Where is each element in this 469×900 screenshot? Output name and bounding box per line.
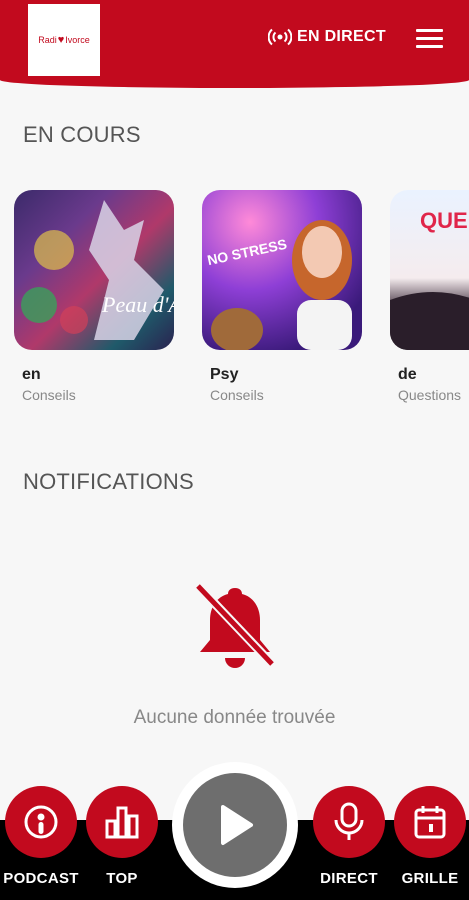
nav-direct-label: DIRECT bbox=[320, 870, 378, 887]
podcast-card[interactable]: NO STRESS Psy Conseils bbox=[202, 190, 362, 403]
podcast-card[interactable]: QUE T de Questions bbox=[390, 190, 469, 403]
nav-top-label: TOP bbox=[106, 870, 138, 887]
microphone-icon bbox=[334, 802, 364, 840]
podcast-icon bbox=[24, 805, 58, 839]
card-category: Conseils bbox=[210, 387, 264, 403]
broadcast-icon bbox=[268, 28, 292, 46]
nav-podcast[interactable]: PODCAST bbox=[3, 786, 78, 887]
thumb-text: NO STRESS bbox=[206, 236, 288, 268]
radio-logo[interactable]: Radi ♥ Ivorce bbox=[28, 4, 100, 76]
nav-grille[interactable]: GRILLE bbox=[393, 786, 467, 887]
live-button[interactable]: EN DIRECT bbox=[268, 28, 386, 46]
live-label: EN DIRECT bbox=[297, 28, 386, 45]
podcast-thumbnail: QUE T bbox=[390, 190, 469, 350]
podcast-thumbnail: Peau d'Ane bbox=[14, 190, 174, 350]
calendar-icon bbox=[414, 806, 446, 839]
empty-state-text: Aucune donnée trouvée bbox=[133, 707, 336, 728]
card-category: Questions bbox=[398, 387, 462, 403]
play-icon bbox=[221, 805, 253, 845]
podcast-thumbnail: NO STRESS bbox=[202, 190, 362, 350]
current-carousel[interactable]: Peau d'Ane en Conseils NO STRESS Psy Con… bbox=[0, 190, 469, 410]
thumb-text: QUE T bbox=[420, 208, 469, 233]
nav-top[interactable]: TOP bbox=[85, 786, 159, 887]
logo-text-left: Radi bbox=[38, 35, 57, 45]
bell-off-icon bbox=[194, 582, 278, 672]
notifications-title: NOTIFICATIONS bbox=[23, 469, 194, 494]
logo-text-right: Ivorce bbox=[65, 35, 90, 45]
heart-icon: ♥ bbox=[57, 34, 65, 46]
podcast-card[interactable]: Peau d'Ane en Conseils bbox=[14, 190, 174, 403]
app-header: Radi ♥ Ivorce EN DIRECT bbox=[0, 0, 469, 88]
play-button[interactable] bbox=[172, 762, 298, 888]
thumb-text: Peau d'Ane bbox=[101, 292, 174, 317]
card-title: de bbox=[398, 366, 417, 383]
card-title: en bbox=[22, 366, 41, 383]
nav-grille-label: GRILLE bbox=[401, 870, 459, 887]
current-section-title: EN COURS bbox=[23, 122, 141, 147]
menu-icon[interactable] bbox=[416, 29, 443, 49]
bar-chart-icon bbox=[105, 806, 139, 839]
card-title: Psy bbox=[210, 366, 239, 383]
card-category: Conseils bbox=[22, 387, 76, 403]
nav-direct[interactable]: DIRECT bbox=[312, 786, 386, 887]
